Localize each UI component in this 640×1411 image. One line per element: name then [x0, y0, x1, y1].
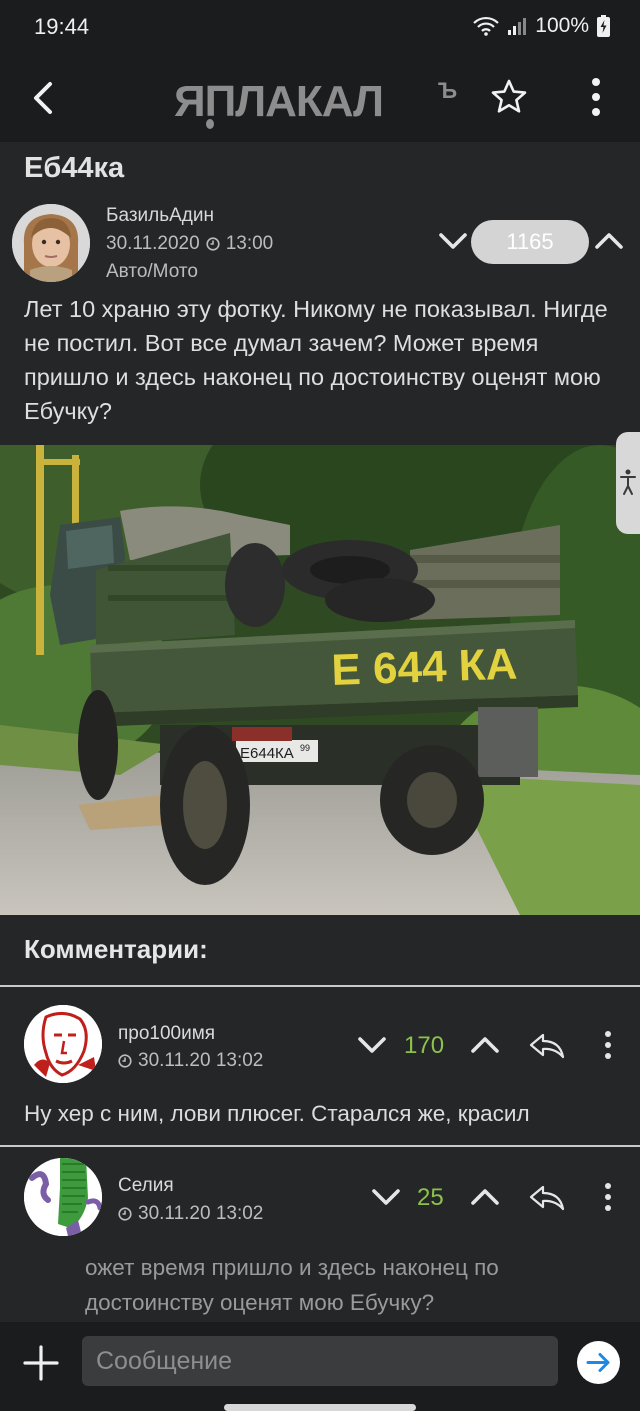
chevron-up-icon[interactable]: [592, 226, 626, 256]
post-image[interactable]: Е 644 КА Е644КА 99: [0, 445, 640, 915]
svg-text:99: 99: [300, 743, 310, 753]
message-input[interactable]: [82, 1336, 558, 1386]
comment-score: 25: [417, 1184, 444, 1211]
post-body: Лет 10 храню эту фотку. Никому не показы…: [24, 296, 608, 424]
accessibility-icon: [620, 469, 636, 495]
divider: [0, 1145, 640, 1147]
post-category[interactable]: Авто/Мото: [106, 261, 198, 283]
comment-date: 30.11.20 13:02: [118, 1203, 263, 1225]
send-button[interactable]: [577, 1341, 620, 1384]
status-time: 19:44: [34, 14, 90, 39]
comment-score: 170: [404, 1032, 445, 1059]
chevron-up-icon[interactable]: [469, 1032, 501, 1058]
more-vert-icon[interactable]: [603, 1182, 613, 1212]
post-author[interactable]: БазильАдин: [106, 205, 214, 227]
post-time-value: 13:00: [225, 233, 274, 254]
home-indicator[interactable]: [224, 1404, 416, 1411]
chevron-down-icon[interactable]: [436, 226, 470, 256]
star-icon[interactable]: [490, 78, 528, 116]
back-arrow-icon[interactable]: [26, 78, 62, 118]
avatar[interactable]: [24, 1005, 102, 1083]
app-bar: ЯПЛАКАЛ Ъ: [0, 52, 640, 142]
svg-text:ЯПЛАКАЛ: ЯПЛАКАЛ: [174, 77, 383, 126]
accessibility-handle[interactable]: [616, 432, 640, 534]
status-bar: 19:44 100%: [0, 0, 640, 52]
post-date-value: 30.11.2020: [106, 233, 200, 254]
reply-icon[interactable]: [527, 1029, 567, 1061]
clock-icon: [118, 1054, 132, 1068]
svg-text:Е644КА: Е644КА: [240, 745, 294, 762]
site-logo[interactable]: ЯПЛАКАЛ Ъ: [174, 72, 468, 130]
battery-icon: [597, 15, 610, 37]
svg-text:Е 644 КА: Е 644 КА: [331, 640, 518, 695]
signal-icon: [508, 18, 527, 35]
chevron-down-icon[interactable]: [356, 1032, 388, 1058]
send-icon: [586, 1353, 610, 1372]
status-icons: 100%: [473, 14, 610, 38]
wifi-icon: [473, 16, 500, 36]
reply-icon[interactable]: [527, 1181, 567, 1213]
message-composer: [0, 1322, 640, 1411]
comment-author[interactable]: про100имя: [118, 1023, 215, 1045]
post-title: Еб44ка: [24, 152, 125, 184]
post-date: 30.11.2020 13:00: [106, 233, 273, 255]
more-vert-icon[interactable]: [603, 1030, 613, 1060]
chevron-down-icon[interactable]: [370, 1184, 402, 1210]
comment-datetime: 30.11.20 13:02: [138, 1050, 264, 1071]
plus-icon[interactable]: [22, 1344, 60, 1382]
avatar[interactable]: [12, 204, 90, 282]
avatar[interactable]: [24, 1158, 102, 1236]
comment-datetime: 30.11.20 13:02: [138, 1203, 264, 1224]
svg-text:Ъ: Ъ: [438, 78, 457, 103]
comment-text: Ну хер с ним, лови плюсег. Старался же, …: [24, 1101, 530, 1126]
comment-quote: ожет время пришло и здесь наконец по дос…: [85, 1255, 499, 1315]
comment-date: 30.11.20 13:02: [118, 1050, 263, 1072]
comments-header: Комментарии:: [24, 934, 208, 964]
chevron-up-icon[interactable]: [469, 1184, 501, 1210]
divider: [0, 985, 640, 987]
comment-author[interactable]: Селия: [118, 1175, 174, 1197]
clock-icon: [206, 237, 220, 251]
more-vert-icon[interactable]: [584, 76, 608, 118]
clock-icon: [118, 1207, 132, 1221]
battery-percent: 100%: [535, 14, 589, 37]
post-rating: 1165: [471, 220, 589, 264]
